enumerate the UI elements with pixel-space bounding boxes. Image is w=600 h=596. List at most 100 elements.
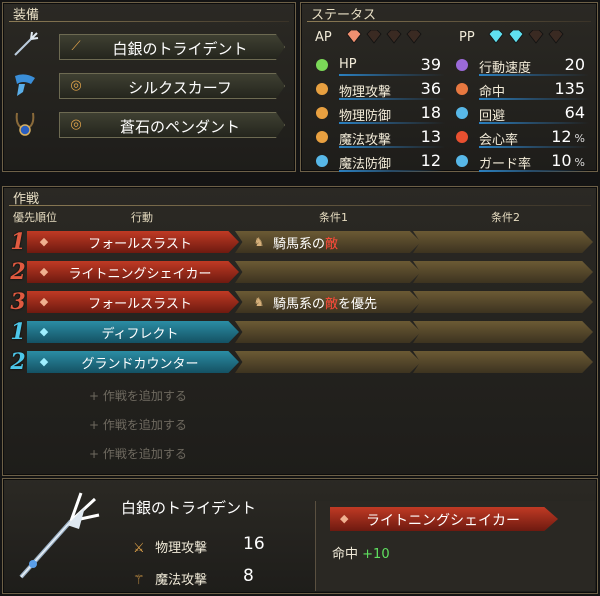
skill-effect: 命中 +10 (332, 543, 390, 562)
stat-value: 20 (564, 55, 585, 74)
empty-gem-icon (547, 29, 565, 44)
stat-heart: HP 39 (313, 55, 445, 76)
pendant-icon (11, 109, 39, 137)
condition2-slot[interactable] (413, 261, 593, 283)
tactic-row[interactable]: 2 ◆ ライトニングシェイカー (7, 259, 593, 285)
trident-icon (11, 31, 39, 59)
stat-value: 13 (420, 127, 441, 146)
action-button[interactable]: ◆ ライトニングシェイカー (27, 261, 239, 283)
skill-button[interactable]: ◆ ライトニングシェイカー (330, 507, 558, 531)
staff-icon: ⚚ (133, 573, 145, 588)
stat-value: 12 (420, 151, 441, 170)
empty-gem-icon (405, 29, 423, 44)
action-name: フォールスラスト (88, 237, 192, 252)
stat-value: 36 (420, 79, 441, 98)
tactic-row[interactable]: 1 ◆ ディフレクト (7, 319, 593, 345)
staff-icon (313, 128, 331, 146)
empty-gem-icon (527, 29, 545, 44)
guard-icon (453, 152, 471, 170)
add-tactic-button[interactable]: + 作戦を追加する (89, 416, 187, 433)
stat-sword: 物理攻撃 36 (313, 79, 445, 100)
ring-type-icon: ◎ (70, 78, 82, 93)
filled-gem-icon (487, 29, 505, 44)
add-tactic-button[interactable]: + 作戦を追加する (89, 387, 187, 404)
condition2-slot[interactable] (413, 291, 593, 313)
stat-staff: 魔法攻撃 13 (313, 127, 445, 148)
heart-icon (313, 56, 331, 74)
weapon-stat-phys: ⚔ 物理攻撃 16 (133, 534, 265, 556)
equip-slot-button[interactable]: ◎ 蒼石のペンダント (59, 112, 285, 138)
stat-value: 8 (243, 566, 254, 586)
stat-critical: 会心率 12% (453, 127, 589, 148)
tactics-panel: 作戦 優先順位 行動 条件1 条件2 1 ◆ フォールスラスト ♞ 騎馬系の敵 2 ◆ ライト… (2, 186, 598, 476)
header-condition2: 条件2 (491, 211, 520, 224)
condition1-slot[interactable]: ♞ 騎馬系の敵 (235, 231, 421, 253)
action-name: グランドカウンター (81, 357, 199, 372)
header-priority: 優先順位 (13, 211, 57, 224)
tactic-row[interactable]: 3 ◆ フォールスラスト ♞ 騎馬系の敵を優先 (7, 289, 593, 315)
pp-gem-icon: ◆ (39, 355, 49, 368)
action-button[interactable]: ◆ フォールスラスト (27, 231, 239, 253)
condition2-slot[interactable] (413, 321, 593, 343)
evade-icon (453, 104, 471, 122)
effect-label: 命中 (332, 547, 359, 562)
magic-defense-icon (313, 152, 331, 170)
priority-number: 1 (10, 229, 26, 255)
action-button[interactable]: ◆ ディフレクト (27, 321, 239, 343)
ap-label: AP (315, 30, 332, 45)
skill-box: ◆ ライトニングシェイカー 命中 +10 (315, 501, 595, 591)
critical-icon (453, 128, 471, 146)
equip-slot-button[interactable]: ⟋ 白銀のトライデント (59, 34, 285, 60)
detail-panel: 白銀のトライデント ⚔ 物理攻撃 16 ⚚ 魔法攻撃 8 ◆ ライトニングシェイ… (2, 478, 598, 594)
condition1-slot[interactable]: ♞ 騎馬系の敵を優先 (235, 291, 421, 313)
action-name: ライトニングシェイカー (68, 267, 212, 282)
equip-slot-accessory2[interactable]: ◎ 蒼石のペンダント (11, 108, 287, 138)
equip-name: シルクスカーフ (128, 79, 232, 97)
header-action: 行動 (131, 211, 153, 224)
action-button[interactable]: ◆ グランドカウンター (27, 351, 239, 373)
stat-value: 18 (420, 103, 441, 122)
stat-label: 魔法攻撃 (155, 573, 208, 588)
condition2-slot[interactable] (413, 231, 593, 253)
ring-type-icon: ◎ (70, 117, 82, 132)
condition1-slot[interactable] (235, 351, 421, 373)
cavalry-icon: ♞ (253, 235, 265, 249)
stat-target: 命中 135 (453, 79, 589, 100)
equip-name: 白銀のトライデント (112, 40, 248, 58)
condition1-slot[interactable] (235, 261, 421, 283)
priority-number: 1 (10, 319, 26, 345)
tactic-row[interactable]: 1 ◆ フォールスラスト ♞ 騎馬系の敵 (7, 229, 593, 255)
stat-evade: 回避 64 (453, 103, 589, 124)
scarf-icon (11, 70, 39, 98)
ap-gem-icon: ◆ (39, 235, 49, 248)
condition-text: 騎馬系の敵を優先 (273, 297, 378, 312)
equip-slot-button[interactable]: ◎ シルクスカーフ (59, 73, 285, 99)
shield-icon (313, 104, 331, 122)
equip-slot-weapon[interactable]: ⟋ 白銀のトライデント (11, 30, 287, 60)
speed-icon (453, 56, 471, 74)
sword-icon (313, 80, 331, 98)
add-tactic-button[interactable]: + 作戦を追加する (89, 445, 187, 462)
ap-gem-icon: ◆ (340, 512, 349, 525)
ap-gem-icon: ◆ (39, 265, 49, 278)
weapon-name: 白銀のトライデント (121, 499, 257, 517)
stat-speed: 行動速度 20 (453, 55, 589, 76)
priority-number: 2 (10, 259, 26, 285)
pp-gem-icon: ◆ (39, 325, 49, 338)
action-button[interactable]: ◆ フォールスラスト (27, 291, 239, 313)
tactic-row[interactable]: 2 ◆ グランドカウンター (7, 349, 593, 375)
filled-gem-icon (345, 29, 363, 44)
sword-icon: ⚔ (133, 541, 145, 556)
condition2-slot[interactable] (413, 351, 593, 373)
stat-shield: 物理防御 18 (313, 103, 445, 124)
spear-type-icon: ⟋ (71, 39, 81, 54)
priority-number: 3 (10, 289, 26, 315)
stat-label: HP (339, 57, 357, 72)
condition1-slot[interactable] (235, 321, 421, 343)
trident-icon (11, 489, 103, 585)
equip-slot-accessory1[interactable]: ◎ シルクスカーフ (11, 69, 287, 99)
target-icon (453, 80, 471, 98)
stat-guard: ガード率 10% (453, 151, 589, 172)
condition-text: 騎馬系の敵 (273, 237, 339, 252)
stat-value: 10% (551, 151, 585, 170)
